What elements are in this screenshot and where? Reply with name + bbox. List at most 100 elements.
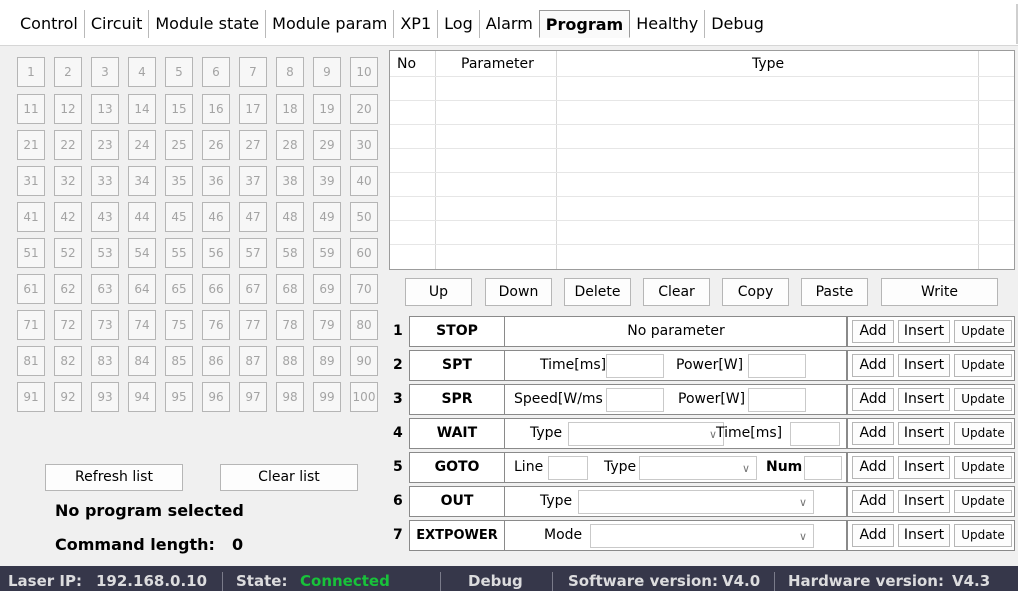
add-button[interactable]: Add — [852, 456, 894, 479]
program-slot[interactable]: 20 — [350, 94, 378, 124]
program-slot[interactable]: 67 — [239, 274, 267, 304]
add-button[interactable]: Add — [852, 388, 894, 411]
program-slot[interactable]: 37 — [239, 166, 267, 196]
program-slot[interactable]: 58 — [276, 238, 304, 268]
insert-button[interactable]: Insert — [898, 354, 950, 377]
program-slot[interactable]: 39 — [313, 166, 341, 196]
program-slot[interactable]: 57 — [239, 238, 267, 268]
program-slot[interactable]: 96 — [202, 382, 230, 412]
insert-button[interactable]: Insert — [898, 388, 950, 411]
program-slot[interactable]: 48 — [276, 202, 304, 232]
program-slot[interactable]: 18 — [276, 94, 304, 124]
program-slot[interactable]: 28 — [276, 130, 304, 160]
program-slot[interactable]: 32 — [54, 166, 82, 196]
program-slot[interactable]: 81 — [17, 346, 45, 376]
program-slot[interactable]: 8 — [276, 57, 304, 87]
clear-button[interactable]: Clear — [643, 278, 710, 306]
program-slot[interactable]: 88 — [276, 346, 304, 376]
tab-control[interactable]: Control — [14, 10, 85, 38]
up-button[interactable]: Up — [405, 278, 472, 306]
program-slot[interactable]: 5 — [165, 57, 193, 87]
program-slot[interactable]: 61 — [17, 274, 45, 304]
add-button[interactable]: Add — [852, 320, 894, 343]
tab-healthy[interactable]: Healthy — [630, 10, 706, 38]
program-slot[interactable]: 94 — [128, 382, 156, 412]
type-select[interactable]: ∨ — [639, 456, 757, 480]
insert-button[interactable]: Insert — [898, 490, 950, 513]
program-slot[interactable]: 91 — [17, 382, 45, 412]
tab-debug[interactable]: Debug — [705, 10, 770, 38]
program-slot[interactable]: 75 — [165, 310, 193, 340]
program-slot[interactable]: 50 — [350, 202, 378, 232]
program-slot[interactable]: 68 — [276, 274, 304, 304]
program-slot[interactable]: 66 — [202, 274, 230, 304]
program-slot[interactable]: 21 — [17, 130, 45, 160]
program-slot[interactable]: 100 — [350, 382, 378, 412]
program-slot[interactable]: 53 — [91, 238, 119, 268]
insert-button[interactable]: Insert — [898, 456, 950, 479]
program-slot[interactable]: 74 — [128, 310, 156, 340]
update-button[interactable]: Update — [954, 320, 1012, 343]
program-slot[interactable]: 54 — [128, 238, 156, 268]
add-button[interactable]: Add — [852, 354, 894, 377]
tab-module-state[interactable]: Module state — [149, 10, 267, 38]
program-slot[interactable]: 15 — [165, 94, 193, 124]
program-slot[interactable]: 35 — [165, 166, 193, 196]
program-slot[interactable]: 13 — [91, 94, 119, 124]
program-slot[interactable]: 19 — [313, 94, 341, 124]
speed-input[interactable] — [606, 388, 664, 412]
program-slot[interactable]: 63 — [91, 274, 119, 304]
program-slot[interactable]: 79 — [313, 310, 341, 340]
program-slot[interactable]: 76 — [202, 310, 230, 340]
update-button[interactable]: Update — [954, 490, 1012, 513]
program-slot[interactable]: 60 — [350, 238, 378, 268]
mode-select[interactable]: ∨ — [590, 524, 814, 548]
program-slot[interactable]: 30 — [350, 130, 378, 160]
time-input[interactable] — [790, 422, 840, 446]
program-slot[interactable]: 24 — [128, 130, 156, 160]
program-slot[interactable]: 47 — [239, 202, 267, 232]
program-slot[interactable]: 52 — [54, 238, 82, 268]
program-slot[interactable]: 7 — [239, 57, 267, 87]
program-slot[interactable]: 92 — [54, 382, 82, 412]
add-button[interactable]: Add — [852, 490, 894, 513]
tab-xp1[interactable]: XP1 — [394, 10, 439, 38]
power-input[interactable] — [748, 388, 806, 412]
program-slot[interactable]: 49 — [313, 202, 341, 232]
program-slot[interactable]: 65 — [165, 274, 193, 304]
write-button[interactable]: Write — [881, 278, 998, 306]
program-slot[interactable]: 36 — [202, 166, 230, 196]
program-slot[interactable]: 40 — [350, 166, 378, 196]
program-slot[interactable]: 72 — [54, 310, 82, 340]
program-slot[interactable]: 38 — [276, 166, 304, 196]
program-slot[interactable]: 25 — [165, 130, 193, 160]
program-slot[interactable]: 14 — [128, 94, 156, 124]
program-slot[interactable]: 56 — [202, 238, 230, 268]
tab-circuit[interactable]: Circuit — [85, 10, 150, 38]
program-slot[interactable]: 69 — [313, 274, 341, 304]
program-slot[interactable]: 95 — [165, 382, 193, 412]
clear-list-button[interactable]: Clear list — [220, 464, 358, 491]
add-button[interactable]: Add — [852, 422, 894, 445]
program-slot[interactable]: 17 — [239, 94, 267, 124]
program-slot[interactable]: 89 — [313, 346, 341, 376]
program-slot[interactable]: 73 — [91, 310, 119, 340]
update-button[interactable]: Update — [954, 456, 1012, 479]
program-slot[interactable]: 1 — [17, 57, 45, 87]
program-slot[interactable]: 26 — [202, 130, 230, 160]
program-slot[interactable]: 29 — [313, 130, 341, 160]
program-slot[interactable]: 42 — [54, 202, 82, 232]
tab-alarm[interactable]: Alarm — [480, 10, 539, 38]
program-slot[interactable]: 31 — [17, 166, 45, 196]
program-slot[interactable]: 44 — [128, 202, 156, 232]
program-slot[interactable]: 3 — [91, 57, 119, 87]
num-input[interactable] — [804, 456, 842, 480]
program-slot[interactable]: 83 — [91, 346, 119, 376]
program-slot[interactable]: 55 — [165, 238, 193, 268]
program-slot[interactable]: 71 — [17, 310, 45, 340]
program-slot[interactable]: 2 — [54, 57, 82, 87]
insert-button[interactable]: Insert — [898, 422, 950, 445]
program-slot[interactable]: 70 — [350, 274, 378, 304]
down-button[interactable]: Down — [485, 278, 552, 306]
update-button[interactable]: Update — [954, 388, 1012, 411]
